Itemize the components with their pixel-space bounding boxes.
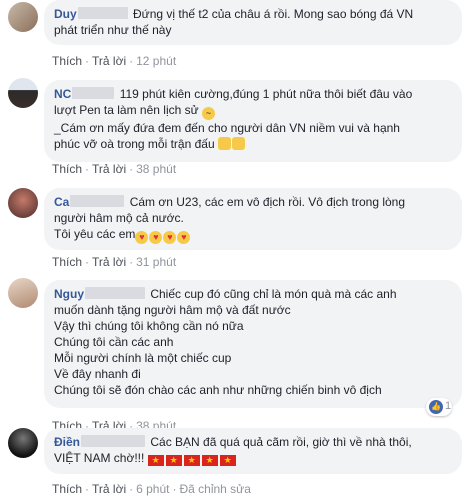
reply-link[interactable]: Trả lời — [92, 482, 126, 496]
like-icon: 👍 — [429, 400, 443, 414]
comment-text: Về đây nhanh đi — [54, 367, 141, 381]
kiss-face-icon: ♥ — [149, 231, 163, 244]
comment-text: Đứng vị thế t2 của châu á rồi. Mong sao … — [133, 7, 414, 21]
comment-text: phát triển như thế này — [54, 23, 172, 37]
comment-text: lượt Pen ta làm nên lịch sử — [54, 103, 199, 117]
comment-bubble: NC 119 phút kiên cường,đúng 1 phút nữa t… — [44, 80, 462, 162]
reply-link[interactable]: Trả lời — [92, 162, 126, 176]
comment-text: Cám ơn U23, các em vô địch rồi. Vô địch … — [129, 195, 406, 209]
confused-face-icon: ~ — [202, 107, 216, 120]
comment-text: Chúng tôi sẽ đón chào các anh như những … — [54, 383, 382, 397]
comment-actions: Thích · Trả lời · 38 phút — [52, 162, 177, 176]
redacted-name — [70, 195, 125, 207]
avatar[interactable] — [8, 278, 38, 308]
comment-text: phúc vỡ oà trong mỗi trận đấu — [54, 137, 215, 151]
edited-label[interactable]: Đã chỉnh sửa — [179, 482, 250, 496]
reaction-count: 1 — [445, 400, 452, 412]
timestamp[interactable]: 6 phút — [136, 482, 169, 496]
commenter-name[interactable]: Ca — [54, 195, 69, 209]
redacted-name — [72, 87, 115, 99]
like-link[interactable]: Thích — [52, 482, 82, 496]
commenter-name[interactable]: NC — [54, 87, 71, 101]
like-link[interactable]: Thích — [52, 54, 82, 68]
vietnam-flag-icon: ★ — [201, 455, 218, 466]
kiss-face-icon: ♥ — [177, 231, 191, 244]
like-link[interactable]: Thích — [52, 255, 82, 269]
avatar[interactable] — [8, 2, 38, 32]
reaction-summary[interactable]: 👍 1 — [426, 398, 452, 416]
comment-text: Chiếc cup đó cũng chỉ là món quà mà các … — [150, 287, 397, 301]
avatar[interactable] — [8, 188, 38, 218]
comment-text: muốn dành tặng người hâm mộ và đất nước — [54, 303, 291, 317]
comment-text: Chúng tôi cần các anh — [54, 335, 174, 349]
comment-bubble: Nguy Chiếc cup đó cũng chỉ là món quà mà… — [44, 280, 462, 408]
comment-bubble: Điền Các BẠN đã quá quả cãm rồi, giờ thì… — [44, 428, 462, 474]
redacted-name — [81, 435, 146, 447]
vietnam-flag-icon: ★ — [183, 455, 200, 466]
clapping-hands-icon — [217, 137, 231, 150]
comment-text: Vậy thì chúng tôi không cần nó nữa — [54, 319, 244, 333]
comment-text: người hâm mộ cả nước. — [54, 211, 184, 225]
comment-bubble: Duy Đứng vị thế t2 của châu á rồi. Mong … — [44, 0, 462, 45]
kiss-face-icon: ♥ — [163, 231, 177, 244]
comment-actions: Thích · Trả lời · 31 phút — [52, 255, 177, 269]
avatar[interactable] — [8, 428, 38, 458]
commenter-name[interactable]: Nguy — [54, 287, 84, 301]
reply-link[interactable]: Trả lời — [92, 255, 126, 269]
kiss-face-icon: ♥ — [135, 231, 149, 244]
timestamp[interactable]: 12 phút — [136, 54, 176, 68]
comment-text: Mỗi người chính là một chiếc cup — [54, 351, 232, 365]
commenter-name[interactable]: Điền — [54, 435, 80, 449]
like-link[interactable]: Thích — [52, 162, 82, 176]
comment-actions: Thích · Trả lời · 6 phút · Đã chỉnh sửa — [52, 482, 251, 496]
comment-text: Các BẠN đã quá quả cãm rồi, giờ thì về n… — [150, 435, 412, 449]
comment-text: Tôi yêu các em — [54, 227, 136, 241]
vietnam-flag-icon: ★ — [219, 455, 236, 466]
comment-text: VIỆT NAM chờ!!! — [54, 451, 145, 465]
comment-text: _Cám ơn mấy đứa đem đến cho người dân VN… — [54, 121, 400, 135]
timestamp[interactable]: 38 phút — [136, 162, 176, 176]
avatar[interactable] — [8, 78, 38, 108]
vietnam-flag-icon: ★ — [165, 455, 182, 466]
commenter-name[interactable]: Duy — [54, 7, 77, 21]
comment-bubble: Ca Cám ơn U23, các em vô địch rồi. Vô đị… — [44, 188, 462, 250]
comment-text: 119 phút kiên cường,đúng 1 phút nữa thôi… — [119, 87, 413, 101]
vietnam-flag-icon: ★ — [147, 455, 164, 466]
redacted-name — [77, 7, 128, 19]
redacted-name — [85, 287, 145, 299]
clapping-hands-icon — [231, 137, 245, 150]
reply-link[interactable]: Trả lời — [92, 54, 126, 68]
comment-actions: Thích · Trả lời · 12 phút — [52, 54, 177, 68]
timestamp[interactable]: 31 phút — [136, 255, 176, 269]
